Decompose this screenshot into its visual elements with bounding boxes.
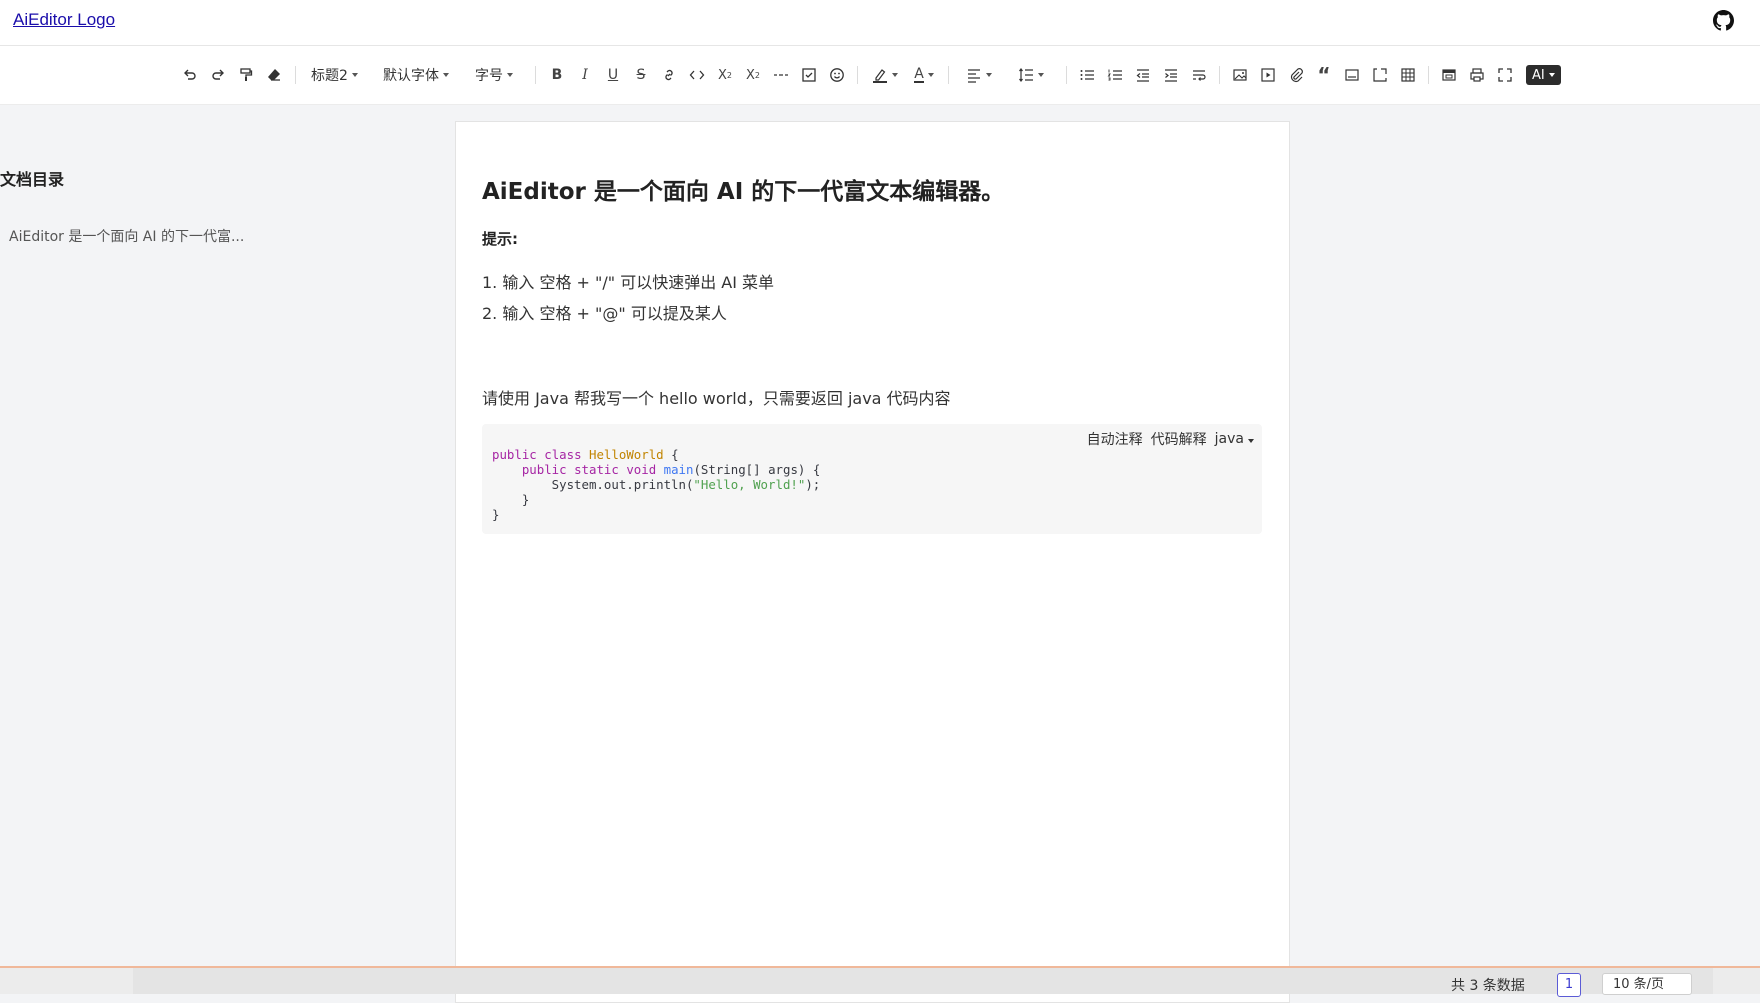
font-family-select-label: 默认字体 <box>383 68 439 84</box>
code-explain-button[interactable]: 代码解释 <box>1151 429 1207 449</box>
total-count: 共 3 条数据 <box>1451 978 1525 994</box>
chevron-down-icon <box>1548 73 1555 77</box>
heading-select-label: 标题2 <box>311 68 348 84</box>
font-color-icon[interactable]: A <box>909 63 939 87</box>
align-icon[interactable] <box>964 63 994 87</box>
code-line: } <box>492 492 530 507</box>
indent-increase-icon[interactable] <box>1162 63 1180 87</box>
indent-decrease-icon[interactable] <box>1134 63 1152 87</box>
italic-icon[interactable]: I <box>576 63 594 87</box>
undo-icon[interactable] <box>181 63 199 87</box>
list-item: 1. 输入 空格 + "/" 可以快速弹出 AI 菜单 <box>482 273 775 292</box>
editor-page[interactable]: AiEditor 是一个面向 AI 的下一代富文本编辑器。 提示: 1. 输入 … <box>455 121 1290 1003</box>
bullet-list-icon[interactable] <box>1078 63 1096 87</box>
break-icon[interactable] <box>1190 63 1208 87</box>
quote-icon[interactable]: “ <box>1315 63 1333 87</box>
chevron-down-icon <box>1038 73 1044 77</box>
toolbar-divider <box>857 66 858 84</box>
github-icon[interactable] <box>1713 10 1734 31</box>
language-label: java <box>1214 431 1244 447</box>
chevron-down-icon <box>1248 439 1254 443</box>
printer-icon[interactable] <box>1440 63 1458 87</box>
code-block-icon[interactable] <box>1371 63 1389 87</box>
code-content[interactable]: public class HelloWorld { public static … <box>492 447 820 522</box>
top-bar: AiEditor Logo <box>0 0 1760 46</box>
toolbar-divider <box>1066 66 1067 84</box>
todo-icon[interactable] <box>800 63 818 87</box>
heading-select[interactable]: 标题2 <box>311 63 358 87</box>
list-item: 2. 输入 空格 + "@" 可以提及某人 <box>482 304 727 323</box>
toolbar-divider <box>295 66 296 84</box>
print-icon[interactable] <box>1468 63 1486 87</box>
chevron-down-icon <box>892 73 898 77</box>
font-size-select-label: 字号 <box>475 68 503 84</box>
chevron-down-icon <box>443 73 449 77</box>
toc-title: 文档目录 <box>0 170 65 189</box>
ordered-list-icon[interactable] <box>1106 63 1124 87</box>
bold-icon[interactable]: B <box>548 63 566 87</box>
chevron-down-icon <box>507 73 513 77</box>
fullscreen-icon[interactable] <box>1496 63 1514 87</box>
toc-item[interactable]: AiEditor 是一个面向 AI 的下一代富... <box>9 226 244 246</box>
ai-menu-button[interactable]: AI <box>1526 65 1561 85</box>
ai-menu-label: AI <box>1532 67 1545 83</box>
table-icon[interactable] <box>1399 63 1417 87</box>
code-icon[interactable] <box>688 63 706 87</box>
highlight-icon[interactable] <box>870 63 900 87</box>
background-app-strip: 共 3 条数据 1 10 条/页 <box>0 966 1760 997</box>
superscript-icon[interactable]: X2 <box>744 63 762 87</box>
toolbar-divider <box>1219 66 1220 84</box>
code-block-actions: 自动注释 代码解释 java <box>1087 429 1254 449</box>
line-height-icon[interactable] <box>1016 63 1046 87</box>
chevron-down-icon <box>927 73 934 77</box>
hr-icon[interactable] <box>772 63 790 87</box>
container-icon[interactable] <box>1343 63 1361 87</box>
toolbar-divider <box>1428 66 1429 84</box>
editor-toolbar: 标题2 默认字体 字号 B I U S X2 X2 A “ AI <box>0 46 1760 105</box>
language-select[interactable]: java <box>1215 431 1254 447</box>
format-painter-icon[interactable] <box>237 63 255 87</box>
subscript-icon[interactable]: X2 <box>716 63 734 87</box>
chevron-down-icon <box>986 73 992 77</box>
font-family-select[interactable]: 默认字体 <box>383 63 449 87</box>
auto-comment-button[interactable]: 自动注释 <box>1087 429 1143 449</box>
image-icon[interactable] <box>1231 63 1249 87</box>
chevron-down-icon <box>351 73 358 77</box>
toolbar-divider <box>535 66 536 84</box>
code-line: public static void main(String[] args) { <box>521 462 821 477</box>
pagination-current-page[interactable]: 1 <box>1557 973 1581 997</box>
eraser-icon[interactable] <box>265 63 283 87</box>
code-line: System.out.println("Hello, World!"); <box>492 477 821 492</box>
document-heading: AiEditor 是一个面向 AI 的下一代富文本编辑器。 <box>482 179 1005 205</box>
logo-link[interactable]: AiEditor Logo <box>13 10 115 30</box>
code-line: public class HelloWorld { <box>492 447 679 462</box>
font-size-select[interactable]: 字号 <box>475 63 513 87</box>
link-icon[interactable] <box>660 63 678 87</box>
attachment-icon[interactable] <box>1287 63 1305 87</box>
redo-icon[interactable] <box>209 63 227 87</box>
tip-label: 提示: <box>482 230 518 248</box>
strike-icon[interactable]: S <box>632 63 650 87</box>
toolbar-divider <box>948 66 949 84</box>
video-icon[interactable] <box>1259 63 1277 87</box>
code-block[interactable]: 自动注释 代码解释 java public class HelloWorld {… <box>482 424 1262 534</box>
prompt-paragraph: 请使用 Java 帮我写一个 hello world，只需要返回 java 代码… <box>482 389 951 408</box>
code-line: } <box>492 507 500 522</box>
emoji-icon[interactable] <box>828 63 846 87</box>
underline-icon[interactable]: U <box>604 63 622 87</box>
